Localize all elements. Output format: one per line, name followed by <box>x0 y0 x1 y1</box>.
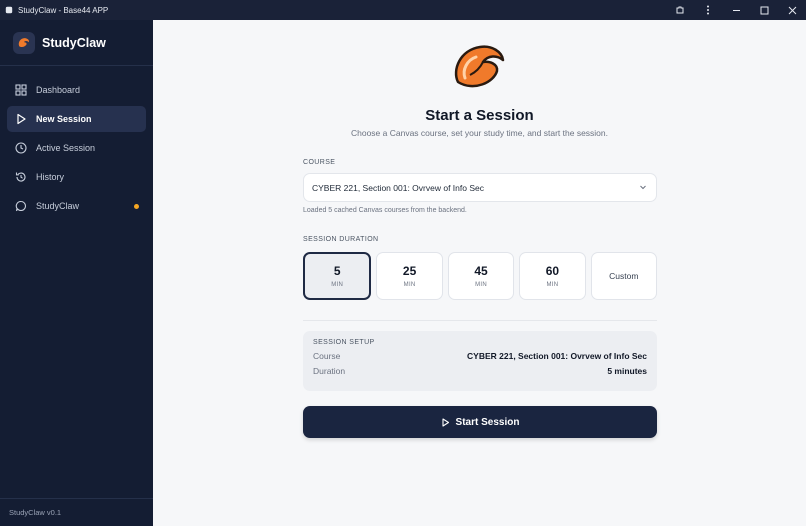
course-hint: Loaded 5 cached Canvas courses from the … <box>303 207 467 214</box>
brand[interactable]: StudyClaw <box>0 20 153 66</box>
grid-icon <box>14 83 28 97</box>
duration-value: 45 <box>474 264 488 278</box>
app-icon <box>4 5 14 15</box>
setup-course-value: CYBER 221, Section 001: Ovrvew of Info S… <box>467 351 647 361</box>
duration-unit: MIN <box>403 282 416 288</box>
session-setup-label: SESSION SETUP <box>313 339 375 346</box>
chat-icon <box>14 199 28 213</box>
notification-dot <box>134 204 139 209</box>
course-select-value: CYBER 221, Section 001: Ovrvew of Info S… <box>312 182 484 193</box>
sidebar-item-label: New Session <box>36 114 92 124</box>
duration-option-25[interactable]: 25 MIN <box>376 252 443 300</box>
duration-option-60[interactable]: 60 MIN <box>519 252 586 300</box>
version-label: StudyClaw v0.1 <box>0 498 153 526</box>
course-select[interactable]: CYBER 221, Section 001: Ovrvew of Info S… <box>303 173 657 202</box>
start-session-button[interactable]: Start Session <box>303 406 657 438</box>
duration-option-custom[interactable]: Custom <box>590 252 658 300</box>
clock-icon <box>14 141 28 155</box>
setup-course-row: Course CYBER 221, Section 001: Ovrvew of… <box>313 351 647 361</box>
minimize-button[interactable] <box>722 0 750 20</box>
duration-label: SESSION DURATION <box>303 236 379 243</box>
duration-unit: MIN <box>331 282 344 288</box>
main-content: Start a Session Choose a Canvas course, … <box>153 20 806 526</box>
sidebar-item-active-session[interactable]: Active Session <box>7 135 146 161</box>
duration-options: 5 MIN 25 MIN 45 MIN 60 MIN Custom <box>303 252 658 300</box>
custom-duration-label: Custom <box>609 271 639 281</box>
close-button[interactable] <box>778 0 806 20</box>
chevron-down-icon <box>639 183 647 193</box>
window-titlebar: StudyClaw - Base44 APP <box>0 0 806 20</box>
setup-duration-row: Duration 5 minutes <box>313 366 647 376</box>
play-icon <box>14 112 28 126</box>
sidebar-item-studyclaw[interactable]: StudyClaw <box>7 193 146 219</box>
course-label: COURSE <box>303 159 336 166</box>
more-options-icon[interactable] <box>694 0 722 20</box>
claw-logo-icon <box>450 42 510 94</box>
sidebar-item-new-session[interactable]: New Session <box>7 106 146 132</box>
setup-duration-key: Duration <box>313 366 346 376</box>
page-subtitle: Choose a Canvas course, set your study t… <box>350 128 609 138</box>
duration-unit: MIN <box>475 282 487 288</box>
setup-duration-value: 5 minutes <box>607 366 647 376</box>
play-icon <box>441 417 450 427</box>
sidebar-nav: Dashboard New Session Active Session His… <box>0 66 153 219</box>
history-icon <box>14 170 28 184</box>
sidebar-item-label: Active Session <box>36 143 96 153</box>
sidebar-item-dashboard[interactable]: Dashboard <box>7 77 146 103</box>
sidebar-item-history[interactable]: History <box>7 164 146 190</box>
sidebar-item-label: StudyClaw <box>36 201 80 211</box>
extension-icon[interactable] <box>666 0 694 20</box>
duration-value: 60 <box>545 264 560 278</box>
session-setup-summary: SESSION SETUP Course CYBER 221, Section … <box>303 331 657 391</box>
setup-course-key: Course <box>313 351 341 361</box>
window-title: StudyClaw - Base44 APP <box>18 5 109 15</box>
claw-logo-icon <box>13 31 35 54</box>
divider <box>303 320 657 321</box>
page-title: Start a Session <box>425 107 534 124</box>
maximize-button[interactable] <box>750 0 778 20</box>
duration-value: 5 <box>333 264 341 278</box>
sidebar-item-label: Dashboard <box>36 85 81 95</box>
brand-name: StudyClaw <box>42 35 106 50</box>
duration-option-5[interactable]: 5 MIN <box>303 252 372 300</box>
duration-value: 25 <box>402 264 417 278</box>
duration-unit: MIN <box>546 282 559 288</box>
duration-option-45[interactable]: 45 MIN <box>447 252 515 300</box>
sidebar: StudyClaw Dashboard New Session Active S… <box>0 20 153 526</box>
sidebar-item-label: History <box>36 172 65 182</box>
start-session-label: Start Session <box>455 416 520 428</box>
